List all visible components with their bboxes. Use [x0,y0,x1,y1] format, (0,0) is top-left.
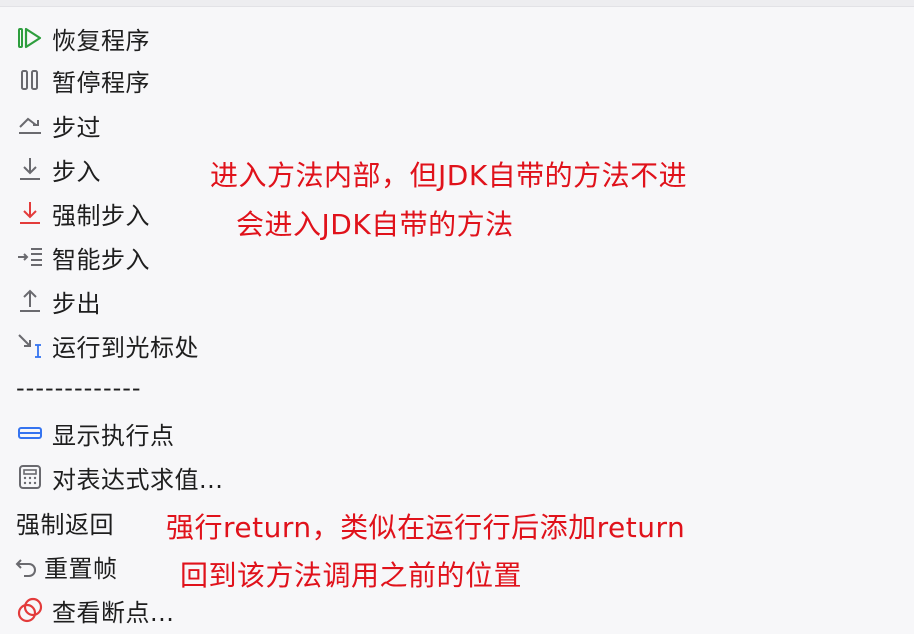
smart-step-into-item[interactable]: 智能步入 [14,239,150,275]
drop-frame-label: 重置帧 [44,554,118,583]
run-to-cursor-icon [14,329,46,361]
resume-program-label: 恢复程序 [52,26,150,55]
step-into-annotation: 进入方法内部，但JDK自带的方法不进 [210,159,688,192]
force-step-into-icon [14,197,46,229]
calculator-icon [14,461,46,493]
pause-icon [14,64,46,96]
step-into-item[interactable]: 步入 [14,151,101,187]
view-breakpoints-label: 查看断点... [52,598,175,627]
drop-frame-annotation: 回到该方法调用之前的位置 [180,559,523,592]
force-step-into-annotation: 会进入JDK自带的方法 [236,208,514,241]
evaluate-expression-label: 对表达式求值... [52,465,224,494]
step-into-label: 步入 [52,157,101,186]
breakpoints-icon [14,594,46,626]
step-into-icon [14,153,46,185]
step-out-icon [14,285,46,317]
step-out-label: 步出 [52,289,101,318]
smart-step-into-icon [14,241,46,273]
force-return-annotation: 强行return，类似在运行行后添加return [166,511,686,544]
force-return-item[interactable]: 强制返回 [16,504,114,540]
resume-program-item[interactable]: 恢复程序 [14,20,150,56]
smart-step-into-label: 智能步入 [52,245,150,274]
show-execution-point-label: 显示执行点 [52,421,175,450]
show-execution-point-item[interactable]: 显示执行点 [14,415,175,451]
drop-frame-item[interactable]: 重置帧 [10,548,118,584]
force-step-into-label: 强制步入 [52,201,150,230]
run-to-cursor-item[interactable]: 运行到光标处 [14,327,199,363]
undo-icon [10,550,42,582]
execution-point-icon [14,417,46,449]
step-over-item[interactable]: 步过 [14,107,101,143]
evaluate-expression-item[interactable]: 对表达式求值... [14,459,223,495]
step-over-label: 步过 [52,113,101,142]
step-out-item[interactable]: 步出 [14,283,101,319]
resume-icon [14,22,46,54]
top-divider [0,0,914,7]
view-breakpoints-item[interactable]: 查看断点... [14,592,174,628]
menu-separator: ------------- [16,374,142,402]
pause-program-item[interactable]: 暂停程序 [14,62,150,98]
run-to-cursor-label: 运行到光标处 [52,333,199,362]
force-return-label: 强制返回 [16,510,114,539]
step-over-icon [14,109,46,141]
force-step-into-item[interactable]: 强制步入 [14,195,150,231]
pause-program-label: 暂停程序 [52,68,150,97]
